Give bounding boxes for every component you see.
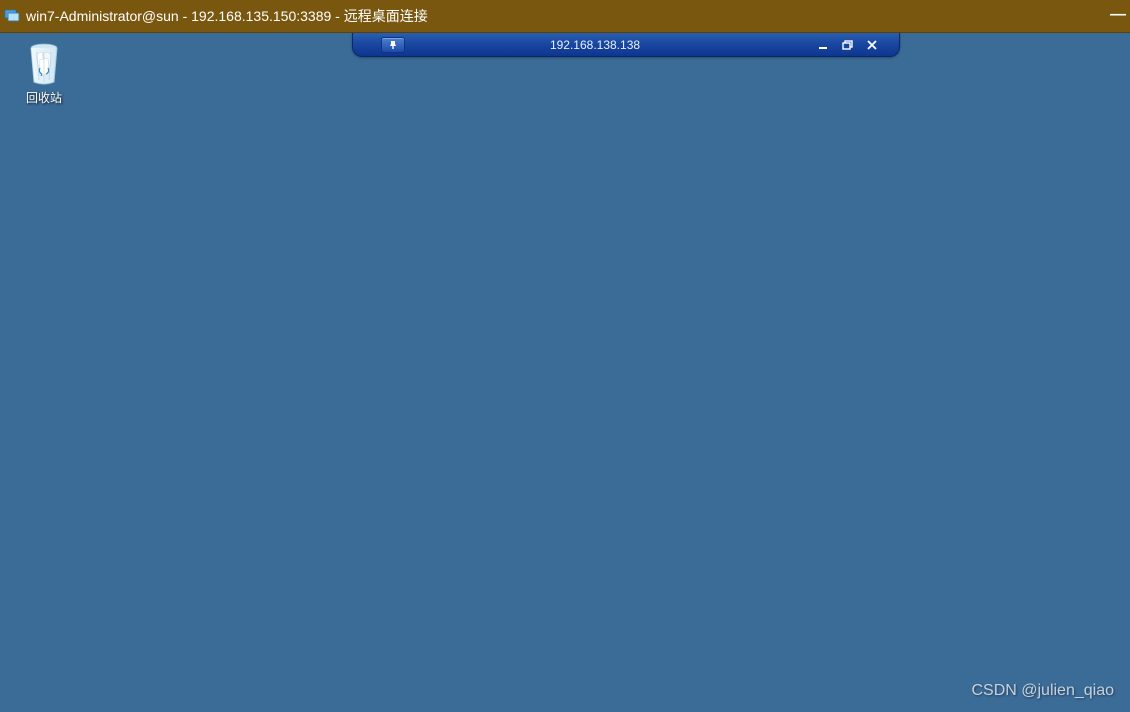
- rdp-window-controls: [815, 38, 881, 52]
- close-button[interactable]: [863, 38, 881, 52]
- recycle-bin-icon: [22, 39, 66, 89]
- remote-desktop[interactable]: 192.168.138.138: [0, 33, 1130, 712]
- close-icon: [866, 40, 878, 50]
- restore-icon: [842, 40, 854, 50]
- desktop-icon-recycle-bin[interactable]: 回收站: [8, 39, 80, 106]
- window-title-bar[interactable]: win7-Administrator@sun - 192.168.135.150…: [0, 0, 1130, 33]
- minimize-button[interactable]: [815, 38, 833, 52]
- watermark: CSDN @julien_qiao: [971, 682, 1114, 700]
- rdp-ip-label: 192.168.138.138: [405, 38, 815, 52]
- title-dash: —: [1110, 6, 1126, 24]
- pin-button[interactable]: [381, 37, 405, 53]
- window-title: win7-Administrator@sun - 192.168.135.150…: [26, 6, 428, 26]
- rdp-connection-bar[interactable]: 192.168.138.138: [352, 33, 900, 57]
- restore-button[interactable]: [839, 38, 857, 52]
- desktop-icon-label: 回收站: [26, 89, 62, 106]
- rdp-app-icon: [4, 8, 20, 24]
- minimize-icon: [818, 40, 830, 50]
- pin-icon: [388, 40, 398, 50]
